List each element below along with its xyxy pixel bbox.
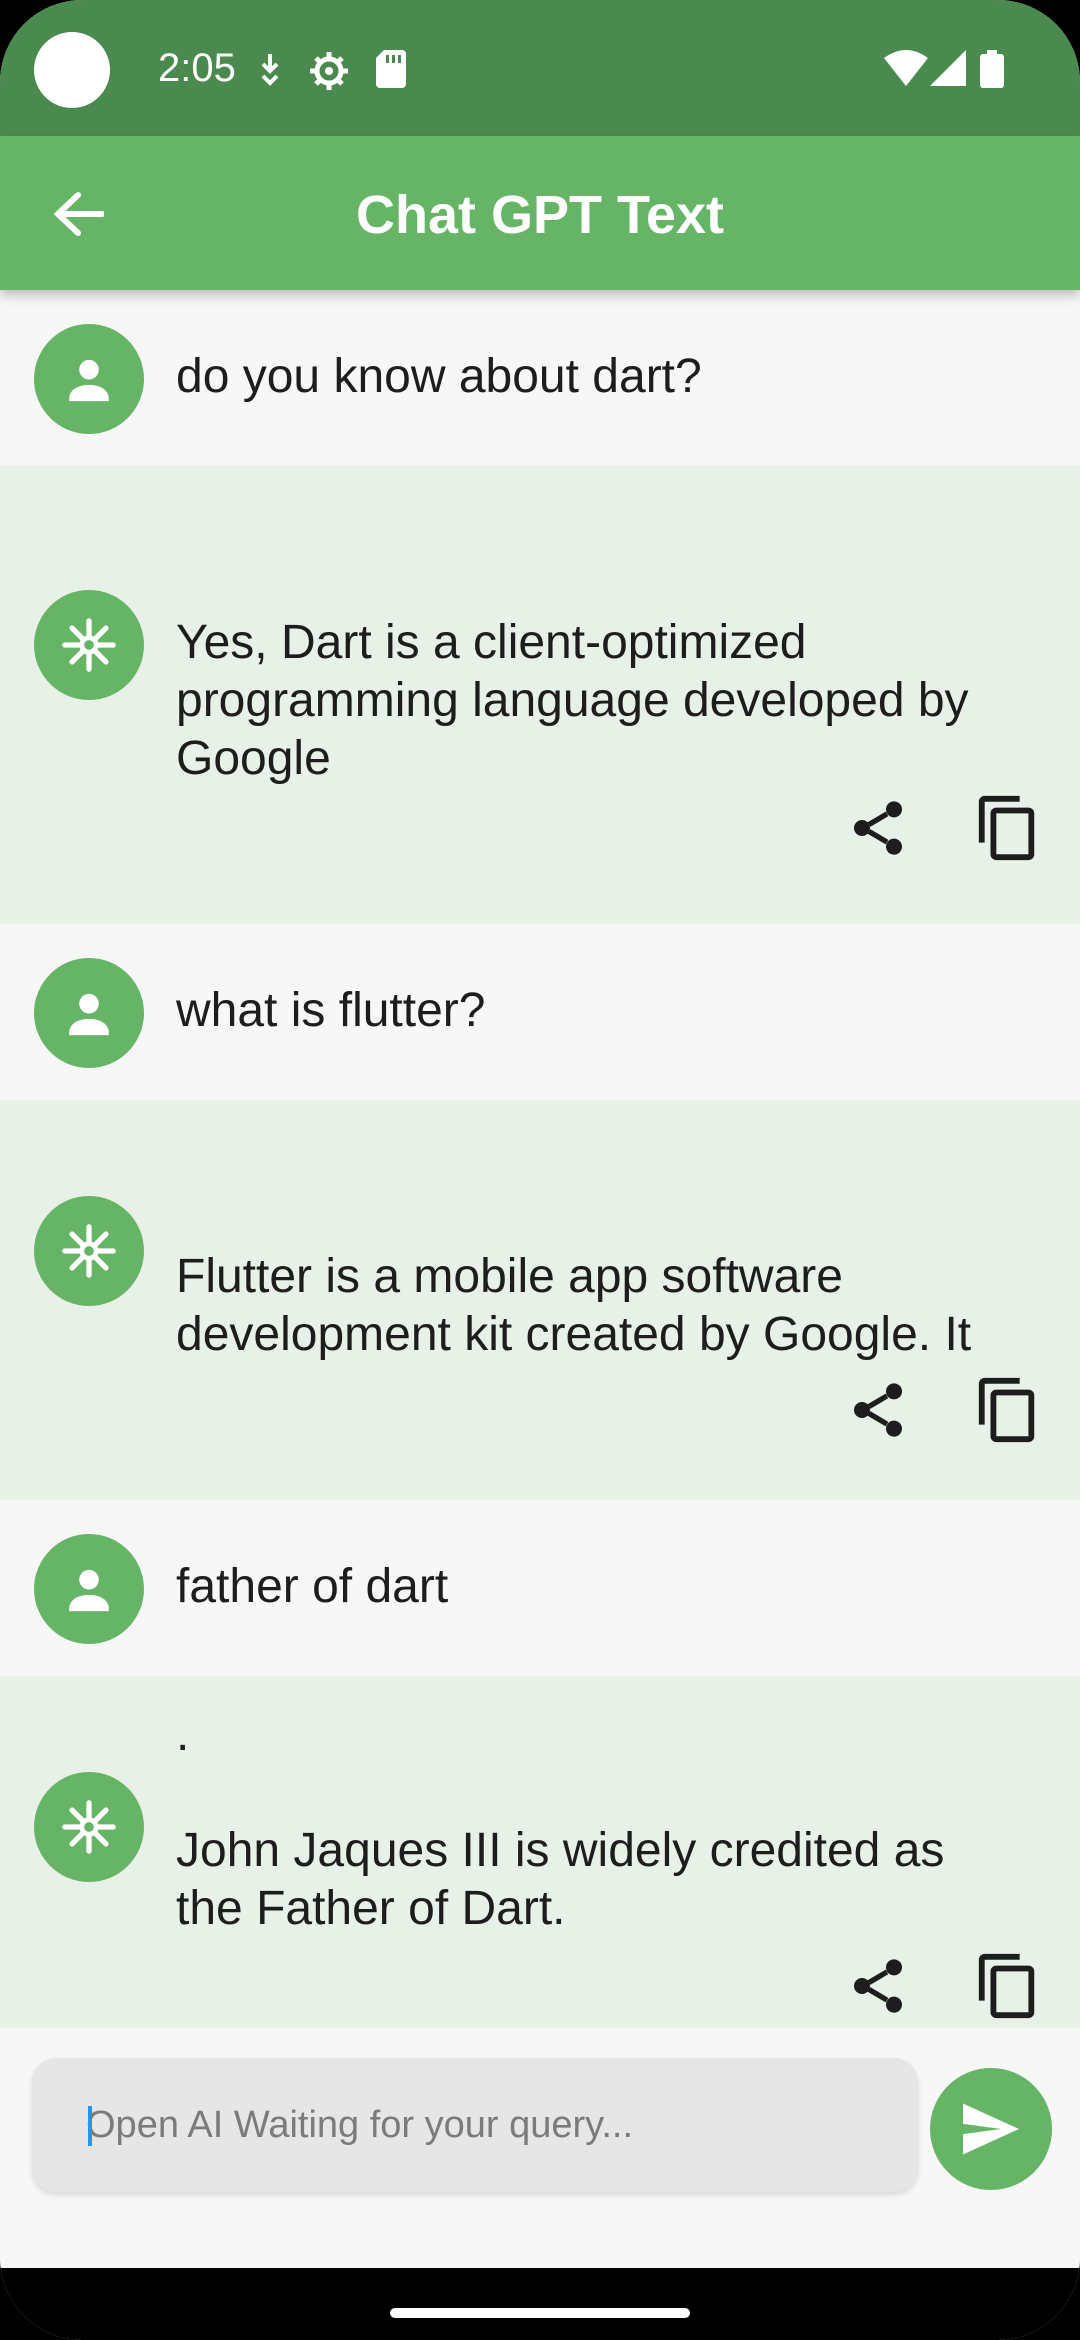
message-text: do you know about dart?	[176, 350, 702, 403]
copy-button[interactable]	[968, 1946, 1048, 2026]
copy-icon	[978, 795, 1035, 861]
share-icon	[854, 1383, 902, 1437]
text-cursor	[88, 2106, 92, 2146]
home-indicator[interactable]	[390, 2308, 690, 2318]
status-bar: 2:05	[0, 0, 1080, 136]
status-time: 2:05	[158, 46, 236, 90]
app-bar: Chat GPT Text	[0, 136, 1080, 290]
wifi-icon	[884, 50, 928, 91]
message-text: father of dart	[176, 1560, 449, 1613]
user-avatar	[34, 958, 144, 1068]
camera-cutout	[34, 32, 110, 108]
download-status-icon	[256, 50, 284, 95]
send-button[interactable]	[930, 2068, 1052, 2190]
openai-snowflake-icon	[62, 1224, 116, 1278]
message-text: Yes, Dart is a client-optimized programm…	[176, 616, 969, 785]
openai-snowflake-icon	[62, 1800, 116, 1854]
message-text: what is flutter?	[176, 984, 486, 1037]
copy-button[interactable]	[968, 788, 1048, 868]
bot-message: Yes, Dart is a client-optimized programm…	[0, 466, 1080, 924]
share-icon	[854, 1959, 902, 2013]
user-avatar	[34, 1534, 144, 1644]
bot-message: Flutter is a mobile app software develop…	[0, 1100, 1080, 1500]
openai-snowflake-icon	[62, 618, 116, 672]
signal-icon	[930, 50, 966, 91]
share-button[interactable]	[838, 1946, 918, 2026]
battery-icon	[980, 50, 1004, 93]
page-title: Chat GPT Text	[355, 185, 725, 245]
sd-card-icon	[376, 50, 406, 93]
chat-input-bar	[0, 2028, 1080, 2268]
phone-screen: 2:05 Chat GPT Text do you know about dar…	[0, 0, 1080, 2340]
share-button[interactable]	[838, 1370, 918, 1450]
query-input[interactable]	[32, 2058, 918, 2192]
message-text: . John Jaques III is widely credited as …	[176, 1708, 945, 1935]
user-avatar	[34, 324, 144, 434]
settings-status-icon	[308, 50, 350, 97]
bot-avatar	[34, 1196, 144, 1306]
gesture-nav-bar	[0, 2268, 1080, 2340]
share-button[interactable]	[838, 788, 918, 868]
person-icon	[69, 1569, 109, 1612]
copy-icon	[978, 1377, 1035, 1443]
user-message: what is flutter?	[0, 924, 1080, 1100]
bot-message: . John Jaques III is widely credited as …	[0, 1676, 1080, 2028]
person-icon	[69, 993, 109, 1036]
message-text: Flutter is a mobile app software develop…	[176, 1250, 972, 1361]
person-icon	[69, 359, 109, 402]
user-message: father of dart	[0, 1500, 1080, 1676]
bot-avatar	[34, 1772, 144, 1882]
send-icon	[963, 2103, 1019, 2155]
bot-avatar	[34, 590, 144, 700]
copy-icon	[978, 1953, 1035, 2019]
user-message: do you know about dart?	[0, 290, 1080, 466]
chat-message-list[interactable]: do you know about dart? Yes, Dart is a c…	[0, 290, 1080, 2028]
share-icon	[854, 801, 902, 855]
copy-button[interactable]	[968, 1370, 1048, 1450]
